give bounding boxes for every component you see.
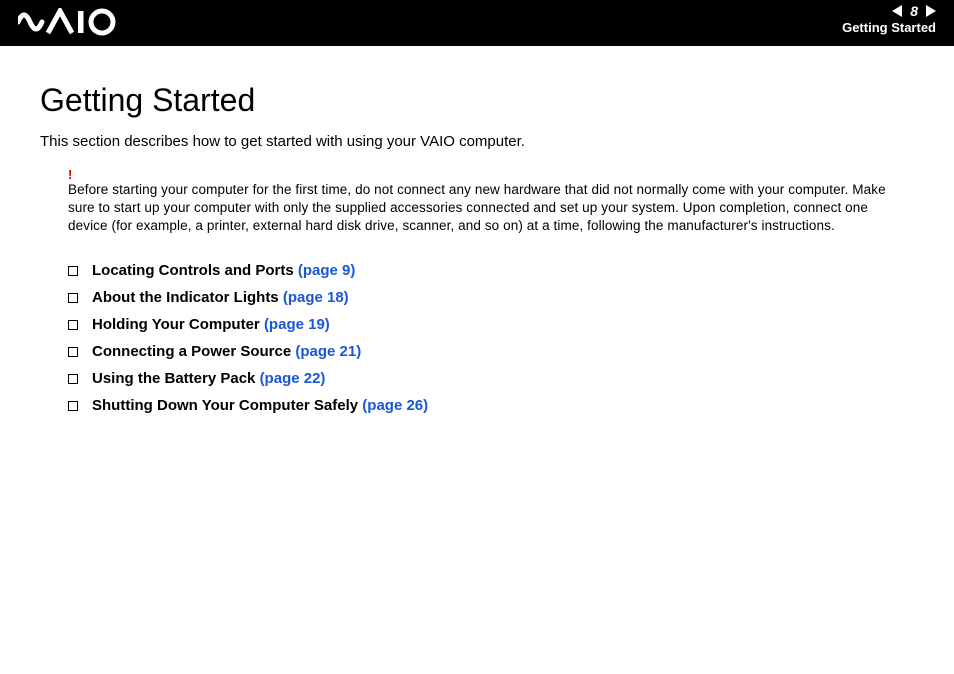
- toc-item: Using the Battery Pack (page 22): [68, 370, 914, 387]
- warning-text: Before starting your computer for the fi…: [68, 181, 904, 236]
- prev-page-arrow-icon[interactable]: [892, 5, 902, 17]
- page-content: Getting Started This section describes h…: [0, 46, 954, 414]
- toc-page-link[interactable]: (page 18): [283, 289, 349, 306]
- toc-label: Holding Your Computer: [92, 316, 264, 333]
- toc-page-link[interactable]: (page 26): [362, 397, 428, 414]
- next-page-arrow-icon[interactable]: [926, 5, 936, 17]
- header-nav: 8 Getting Started: [842, 4, 936, 35]
- page-title: Getting Started: [40, 82, 914, 119]
- intro-text: This section describes how to get starte…: [40, 133, 914, 150]
- page-number: 8: [910, 4, 918, 18]
- bullet-icon: [68, 266, 78, 276]
- toc-label: Shutting Down Your Computer Safely: [92, 397, 362, 414]
- toc-list: Locating Controls and Ports (page 9) Abo…: [40, 262, 914, 414]
- toc-item: Shutting Down Your Computer Safely (page…: [68, 397, 914, 414]
- bullet-icon: [68, 374, 78, 384]
- toc-item: About the Indicator Lights (page 18): [68, 289, 914, 306]
- vaio-logo-icon: [18, 8, 118, 41]
- toc-label: Using the Battery Pack: [92, 370, 260, 387]
- bullet-icon: [68, 293, 78, 303]
- toc-page-link[interactable]: (page 22): [260, 370, 326, 387]
- breadcrumb: Getting Started: [842, 20, 936, 35]
- toc-page-link[interactable]: (page 19): [264, 316, 330, 333]
- warning-icon: !: [68, 168, 904, 181]
- bullet-icon: [68, 347, 78, 357]
- toc-label: Locating Controls and Ports: [92, 262, 298, 279]
- bullet-icon: [68, 320, 78, 330]
- toc-item: Locating Controls and Ports (page 9): [68, 262, 914, 279]
- toc-label: Connecting a Power Source: [92, 343, 295, 360]
- warning-block: ! Before starting your computer for the …: [40, 168, 914, 236]
- toc-page-link[interactable]: (page 21): [295, 343, 361, 360]
- toc-page-link[interactable]: (page 9): [298, 262, 356, 279]
- toc-item: Connecting a Power Source (page 21): [68, 343, 914, 360]
- header-bar: 8 Getting Started: [0, 0, 954, 46]
- toc-label: About the Indicator Lights: [92, 289, 283, 306]
- toc-item: Holding Your Computer (page 19): [68, 316, 914, 333]
- bullet-icon: [68, 401, 78, 411]
